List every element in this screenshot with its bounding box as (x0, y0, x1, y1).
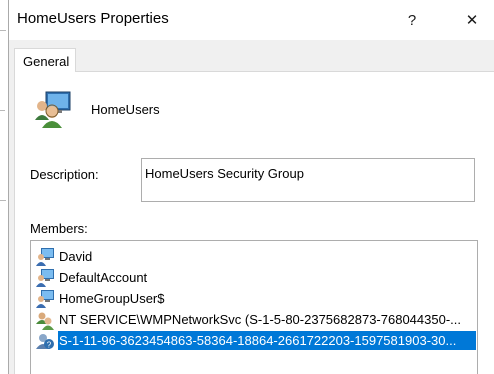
group-users-icon (35, 91, 71, 128)
properties-dialog: HomeUsers Properties ? ✕ General HomeUse… (8, 0, 494, 374)
list-item[interactable]: DefaultAccount (33, 267, 475, 288)
tab-general-label: General (23, 54, 70, 69)
service-group-icon (36, 312, 54, 330)
description-field[interactable]: HomeUsers Security Group (141, 158, 475, 202)
member-name: S-1-11-96-3623454863-58364-18864-2661722… (58, 331, 476, 350)
list-item[interactable]: David (33, 246, 475, 267)
list-item[interactable]: NT SERVICE\WMPNetworkSvc (S-1-5-80-23756… (33, 309, 475, 330)
title-bar: HomeUsers Properties ? ✕ (9, 0, 494, 40)
help-button[interactable]: ? (389, 0, 435, 40)
help-icon: ? (407, 11, 417, 29)
close-icon: ✕ (465, 12, 479, 29)
member-name: David (59, 249, 93, 264)
description-value: HomeUsers Security Group (145, 166, 304, 181)
user-monitor-icon (36, 269, 54, 287)
user-monitor-icon (36, 248, 54, 266)
list-item[interactable]: HomeGroupUser$ (33, 288, 475, 309)
close-button[interactable]: ✕ (449, 0, 494, 40)
member-name: DefaultAccount (59, 270, 148, 285)
list-item[interactable]: ? S-1-11-96-3623454863-58364-18864-26617… (33, 330, 476, 351)
unknown-sid-icon: ? (36, 334, 54, 350)
group-name: HomeUsers (91, 102, 160, 117)
member-name: NT SERVICE\WMPNetworkSvc (S-1-5-80-23756… (59, 312, 461, 327)
members-label: Members: (30, 221, 88, 236)
tab-general[interactable]: General (14, 48, 76, 72)
user-monitor-icon (36, 290, 54, 308)
window-title: HomeUsers Properties (17, 10, 169, 27)
background-window-edge (0, 0, 8, 374)
members-list[interactable]: David DefaultAccount HomeGroupUser$ NT S… (30, 240, 478, 374)
member-name: HomeGroupUser$ (59, 291, 165, 306)
description-label: Description: (30, 167, 99, 182)
svg-text:?: ? (47, 341, 52, 350)
